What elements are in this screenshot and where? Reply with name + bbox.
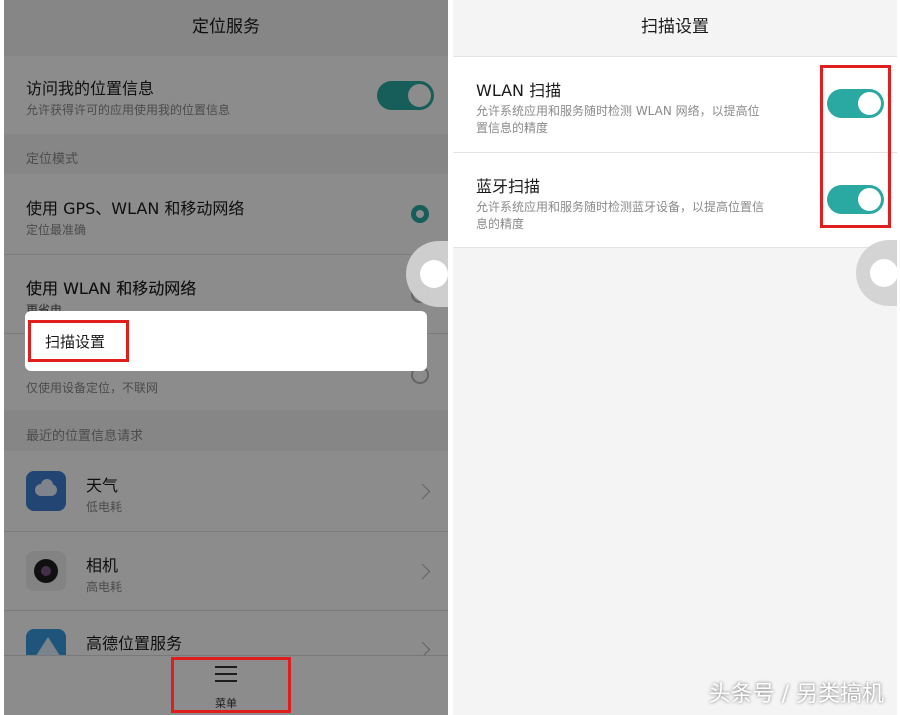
- setting-label: 蓝牙扫描: [476, 177, 541, 196]
- setting-desc: 允许系统应用和服务随时检测 WLAN 网络，以提高位: [476, 104, 760, 118]
- highlight-scan-settings: [28, 320, 129, 362]
- scan-settings-screen: 扫描设置 WLAN 扫描 允许系统应用和服务随时检测 WLAN 网络，以提高位 …: [453, 0, 897, 715]
- page-title: 扫描设置: [641, 17, 709, 37]
- setting-desc: 息的精度: [476, 217, 525, 231]
- setting-desc: 允许系统应用和服务随时检测蓝牙设备，以提高位置信: [476, 200, 765, 214]
- watermark: 头条号 / 另类搞机: [708, 682, 884, 707]
- mode-option-label: 使用 WLAN 和移动网络: [26, 279, 197, 298]
- floating-ball-button[interactable]: [856, 240, 897, 306]
- location-services-screen: 定位服务 访问我的位置信息 允许获得许可的应用使用我的位置信息 定位模式 使用 …: [4, 0, 448, 715]
- highlight-menu-button: [171, 657, 291, 713]
- highlight-toggles: [820, 65, 891, 228]
- setting-desc: 置信息的精度: [476, 121, 549, 135]
- setting-label: WLAN 扫描: [476, 81, 562, 100]
